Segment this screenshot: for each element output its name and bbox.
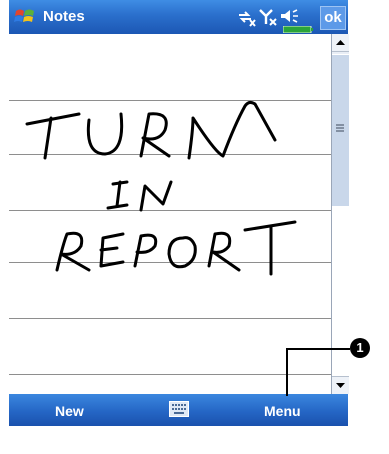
arrow-up-icon [336,40,345,45]
grip-icon [336,124,344,132]
menu-softkey[interactable]: Menu [264,403,301,419]
arrow-down-icon [336,383,345,388]
windows-start-icon[interactable] [13,5,37,29]
new-softkey[interactable]: New [55,403,84,419]
scroll-thumb[interactable] [332,54,349,208]
softkey-bar: New Menu [9,394,348,426]
keyboard-icon[interactable] [169,401,189,417]
scroll-track[interactable] [332,206,349,376]
signal-icon[interactable] [257,6,279,28]
callout-line [286,348,350,350]
scroll-down-button[interactable] [332,376,349,394]
battery-icon [283,26,313,33]
app-title: Notes [43,8,85,25]
note-writing-area[interactable] [9,34,331,394]
volume-icon[interactable] [279,6,301,28]
title-bar: Notes ok [9,0,348,34]
device-screen: Notes ok New Menu [9,0,349,454]
ok-button[interactable]: ok [320,6,346,30]
callout-line [286,348,288,396]
vertical-scrollbar[interactable] [331,34,349,394]
scroll-up-button[interactable] [332,34,349,52]
callout-number: 1 [350,338,370,358]
handwritten-note [25,100,297,276]
connectivity-icon[interactable] [235,6,257,28]
